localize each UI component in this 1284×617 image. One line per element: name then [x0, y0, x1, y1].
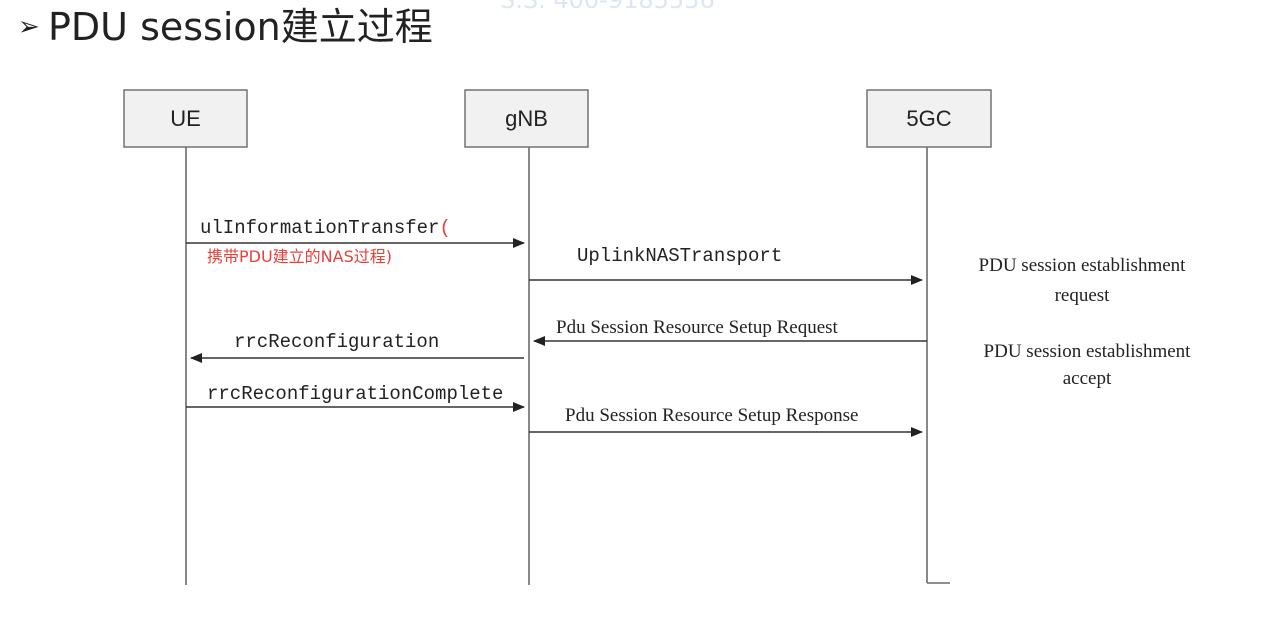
entity-gnb: gNB	[464, 89, 589, 148]
label-rrc-reconfiguration-complete: rrcReconfigurationComplete	[207, 383, 503, 405]
label-ul-information-transfer-paren: (	[439, 217, 450, 239]
note-est-accept-line2: accept	[1063, 368, 1112, 389]
label-setup-response: Pdu Session Resource Setup Response	[565, 405, 858, 426]
label-nas-annotation: 携带PDU建立的NAS过程)	[207, 247, 392, 266]
entity-ue: UE	[123, 89, 248, 148]
entity-ue-label: UE	[170, 106, 201, 131]
entity-5gc-label: 5GC	[906, 106, 951, 131]
label-rrc-reconfiguration: rrcReconfiguration	[234, 331, 439, 353]
label-ul-information-transfer: ulInformationTransfer(	[200, 217, 451, 239]
label-ul-information-transfer-text: ulInformationTransfer	[200, 217, 439, 239]
note-est-request-line1: PDU session establishment	[979, 255, 1187, 276]
note-est-request-line2: request	[1055, 285, 1111, 306]
entity-5gc: 5GC	[866, 89, 992, 148]
label-uplink-nas-transport: UplinkNASTransport	[577, 245, 782, 267]
label-setup-request: Pdu Session Resource Setup Request	[556, 317, 839, 338]
entity-gnb-label: gNB	[505, 106, 548, 131]
sequence-diagram: UE gNB 5GC ulInformationTransfer( 携带PDU建…	[123, 89, 1192, 585]
note-est-accept-line1: PDU session establishment	[984, 341, 1192, 362]
slide: S.S. 400-9185536 ➢ PDU session建立过程 UE gN…	[0, 0, 1284, 617]
